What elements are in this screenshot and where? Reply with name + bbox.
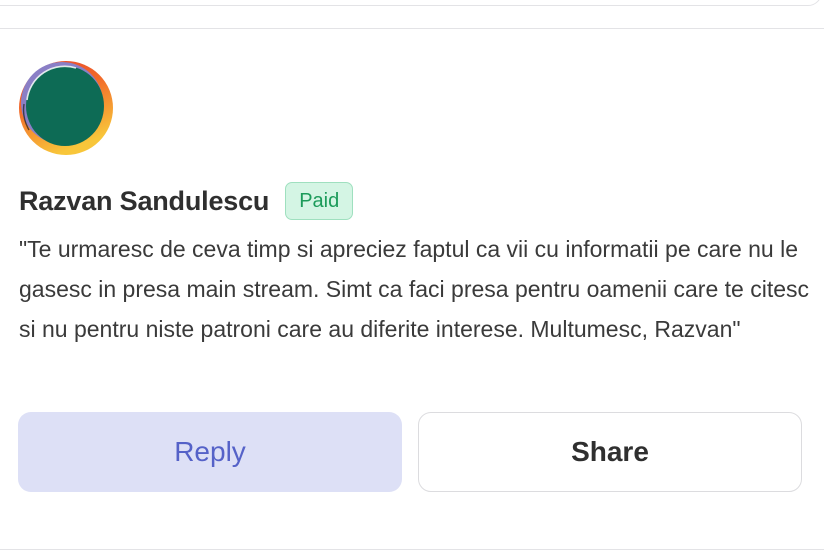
- previous-comment-card: [0, 0, 822, 6]
- paid-badge: Paid: [285, 182, 354, 220]
- avatar[interactable]: [18, 60, 114, 156]
- author-row: Razvan Sandulescu Paid: [19, 180, 354, 222]
- author-name[interactable]: Razvan Sandulescu: [19, 186, 269, 217]
- reply-button[interactable]: Reply: [18, 412, 402, 492]
- comment-text: "Te urmaresc de ceva timp si apreciez fa…: [19, 236, 810, 342]
- share-button[interactable]: Share: [418, 412, 802, 492]
- avatar-icon: [19, 61, 113, 155]
